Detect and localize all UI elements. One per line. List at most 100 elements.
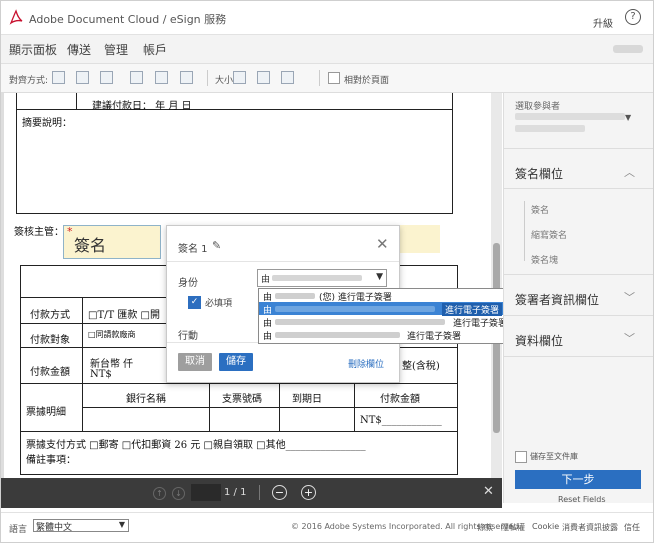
nav-account[interactable]: 帳戶 xyxy=(143,41,167,58)
amount-ntd: 新台幣 仟 xyxy=(90,359,134,370)
field-signature[interactable]: 簽名 xyxy=(531,203,549,216)
chevron-down-icon[interactable]: ﹀ xyxy=(624,330,635,346)
payment-date-text: 建議付款日： 年 月 日 xyxy=(92,101,192,112)
redacted-participant xyxy=(272,275,362,281)
section-signature-fields[interactable]: 簽名欄位 xyxy=(515,165,563,182)
user-menu[interactable] xyxy=(613,45,643,53)
delete-field-link[interactable]: 刪除欄位 xyxy=(348,357,384,370)
dialog-title: 簽名 1 xyxy=(178,244,208,255)
chevron-up-icon[interactable]: ︿ xyxy=(624,164,635,180)
close-icon[interactable]: ✕ xyxy=(483,484,494,499)
table-border xyxy=(452,93,453,213)
language-select[interactable]: 繁體中文 ▼ xyxy=(33,519,129,533)
zoom-in-icon[interactable]: + xyxy=(301,485,316,500)
next-page-icon[interactable]: ↓ xyxy=(172,487,185,500)
table-rule xyxy=(20,431,458,432)
help-icon[interactable]: ? xyxy=(625,9,641,25)
role-option[interactable]: 由 進行電子簽署 xyxy=(259,328,512,342)
save-button[interactable]: 儲存 xyxy=(219,353,253,371)
size-label: 大小 xyxy=(215,76,234,86)
section-signer-info[interactable]: 簽署者資訊欄位 xyxy=(515,291,599,308)
chevron-down-icon[interactable]: ﹀ xyxy=(624,289,635,305)
redacted-name xyxy=(275,306,435,312)
redacted-name xyxy=(275,319,445,325)
option-text: 進行電子簽署 xyxy=(407,332,462,342)
pay-target-label: 付款對象 xyxy=(30,335,70,346)
nav-manage[interactable]: 管理 xyxy=(104,41,128,58)
app-frame: Adobe Document Cloud / eSign 服務 升級 ? 顯示面… xyxy=(0,0,654,543)
divider xyxy=(504,315,653,316)
bill-pay-method: 票據支付方式 □郵寄 □代扣郵資 26 元 □親自領取 □其他_________… xyxy=(26,440,366,451)
toolbar-divider xyxy=(319,70,320,86)
amount-suffix: 整(含稅) xyxy=(402,361,440,372)
align-top-icon[interactable] xyxy=(130,71,143,84)
check-column: 支票號碼 xyxy=(222,394,262,405)
save-to-library-checkbox[interactable] xyxy=(515,451,527,463)
role-select[interactable]: 由 ▼ xyxy=(257,269,387,287)
table-border xyxy=(16,93,17,213)
upgrade-link[interactable]: 升級 xyxy=(593,15,613,30)
field-toolbar: 對齊方式: 大小 相對於頁面 xyxy=(1,64,653,93)
role-option[interactable]: 由 進行電子簽署 xyxy=(259,315,512,329)
chevron-down-icon[interactable]: ▼ xyxy=(625,113,631,122)
footer-link-trust[interactable]: 信任 xyxy=(624,522,640,533)
chevron-down-icon: ▼ xyxy=(118,520,125,529)
align-right-icon[interactable] xyxy=(100,71,113,84)
nav-dashboard[interactable]: 顯示面板 xyxy=(9,41,57,58)
divider xyxy=(504,356,653,357)
pay-target-value: □同請款廠商 xyxy=(88,330,136,339)
brand-title: Adobe Document Cloud / eSign 服務 xyxy=(29,13,227,26)
match-size-icon[interactable] xyxy=(281,71,294,84)
due-column: 到期日 xyxy=(292,394,322,405)
table-border xyxy=(16,109,453,110)
tree-line xyxy=(524,201,525,261)
section-data-fields[interactable]: 資料欄位 xyxy=(515,332,563,349)
footer-link-terms[interactable]: 條款 xyxy=(477,522,493,533)
relative-to-page-checkbox[interactable] xyxy=(328,72,340,84)
align-bottom-icon[interactable] xyxy=(180,71,193,84)
cancel-button[interactable]: 取消 xyxy=(178,353,212,371)
footer-link-privacy[interactable]: 隱私權 xyxy=(501,522,525,533)
required-checkbox[interactable]: ✓ xyxy=(188,296,201,309)
signature-field[interactable]: * 簽名 xyxy=(63,225,161,259)
page-indicator: 1 / 1 xyxy=(224,487,247,498)
divider xyxy=(504,148,653,149)
action-label: 行動 xyxy=(178,331,198,342)
align-left-icon[interactable] xyxy=(52,71,65,84)
next-button[interactable]: 下一步 xyxy=(515,470,641,489)
align-middle-icon[interactable] xyxy=(155,71,168,84)
close-icon[interactable]: ✕ xyxy=(376,235,389,253)
remark-label: 備註事項： xyxy=(26,455,76,466)
role-prefix: 由 xyxy=(261,275,271,285)
footer-link-cookie[interactable]: Cookie xyxy=(532,522,559,531)
table-rule xyxy=(82,297,83,431)
divider xyxy=(167,261,399,262)
table-rule xyxy=(20,383,458,384)
pencil-icon[interactable]: ✎ xyxy=(212,239,221,252)
reset-fields-link[interactable]: Reset Fields xyxy=(558,495,606,504)
field-signature-block[interactable]: 簽名塊 xyxy=(531,253,558,266)
participant-select[interactable] xyxy=(515,113,625,120)
redacted-name xyxy=(275,293,315,299)
role-option[interactable]: 由 (您) 進行電子簽署 xyxy=(259,289,512,303)
form-field[interactable] xyxy=(398,225,440,253)
role-option-selected[interactable]: 由 進行電子簽署 xyxy=(259,302,512,316)
page-number-input[interactable] xyxy=(191,484,221,501)
signer-label: 簽核主管： xyxy=(14,227,64,238)
amount-ntd2: NT$ xyxy=(90,369,112,380)
align-center-icon[interactable] xyxy=(76,71,89,84)
toolbar-divider xyxy=(207,70,208,86)
save-to-library-label: 儲存至文件庫 xyxy=(530,452,578,461)
adobe-logo-icon xyxy=(9,9,23,25)
footer-link-consumer[interactable]: 消費者資訊披露 xyxy=(562,522,618,533)
align-label: 對齊方式: xyxy=(9,76,49,86)
required-label: 必填項 xyxy=(205,299,233,309)
previous-page-icon[interactable]: ↑ xyxy=(153,487,166,500)
field-initials[interactable]: 縮寫簽名 xyxy=(531,228,567,241)
amount-label: 付款金額 xyxy=(30,367,70,378)
bank-column: 銀行名稱 xyxy=(126,394,166,405)
match-width-icon[interactable] xyxy=(233,71,246,84)
match-height-icon[interactable] xyxy=(257,71,270,84)
nav-send[interactable]: 傳送 xyxy=(67,41,91,58)
zoom-out-icon[interactable]: − xyxy=(272,485,287,500)
